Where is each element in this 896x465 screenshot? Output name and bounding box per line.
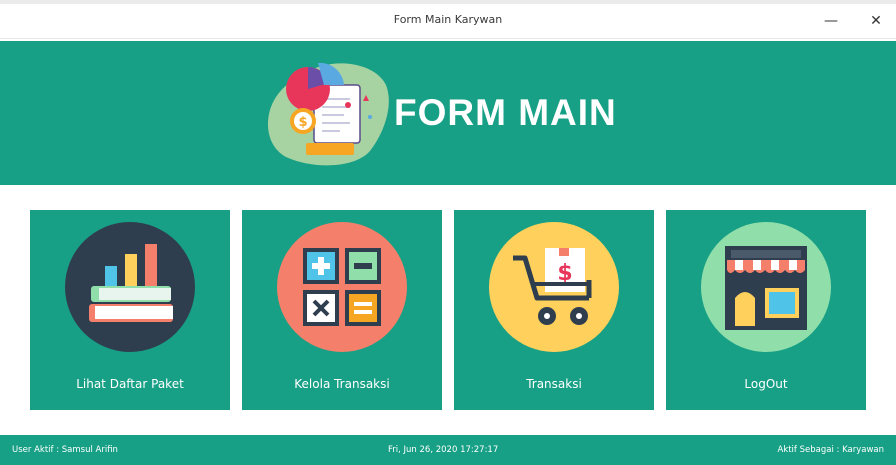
active-role-status: Aktif Sebagai : Karyawan: [777, 445, 884, 455]
menu-tile-kelola-transaksi[interactable]: Kelola Transaksi: [242, 210, 442, 410]
page-title: FORM MAIN: [394, 92, 617, 133]
tile-label: Lihat Daftar Paket: [76, 377, 184, 391]
svg-text:$: $: [298, 115, 307, 130]
status-bar: User Aktif : Samsul Arifin Fri, Jun 26, …: [0, 435, 896, 465]
datetime-status: Fri, Jun 26, 2020 17:27:17: [388, 445, 499, 455]
close-button[interactable]: ✕: [865, 10, 887, 32]
active-user-status: User Aktif : Samsul Arifin: [12, 445, 118, 455]
invoice-chart-dollar-icon: $: [267, 62, 389, 166]
tile-label: Transaksi: [526, 377, 582, 391]
shopping-cart-icon: $: [489, 222, 619, 352]
menu-tile-logout[interactable]: LogOut: [666, 210, 866, 410]
close-icon: ✕: [870, 13, 882, 29]
books-chart-icon: [65, 222, 195, 352]
minimize-button[interactable]: —: [820, 10, 842, 32]
calculator-icon: [277, 222, 407, 352]
window-titlebar: Form Main Karywan — ✕: [0, 4, 896, 39]
window-title: Form Main Karywan: [393, 13, 503, 26]
minimize-icon: —: [824, 13, 838, 29]
menu-tile-transaksi[interactable]: $ Transaksi: [454, 210, 654, 410]
tile-label: LogOut: [744, 377, 788, 391]
tile-label: Kelola Transaksi: [294, 377, 390, 391]
menu-tile-lihat-daftar-paket[interactable]: Lihat Daftar Paket: [30, 210, 230, 410]
store-icon: [701, 222, 831, 352]
